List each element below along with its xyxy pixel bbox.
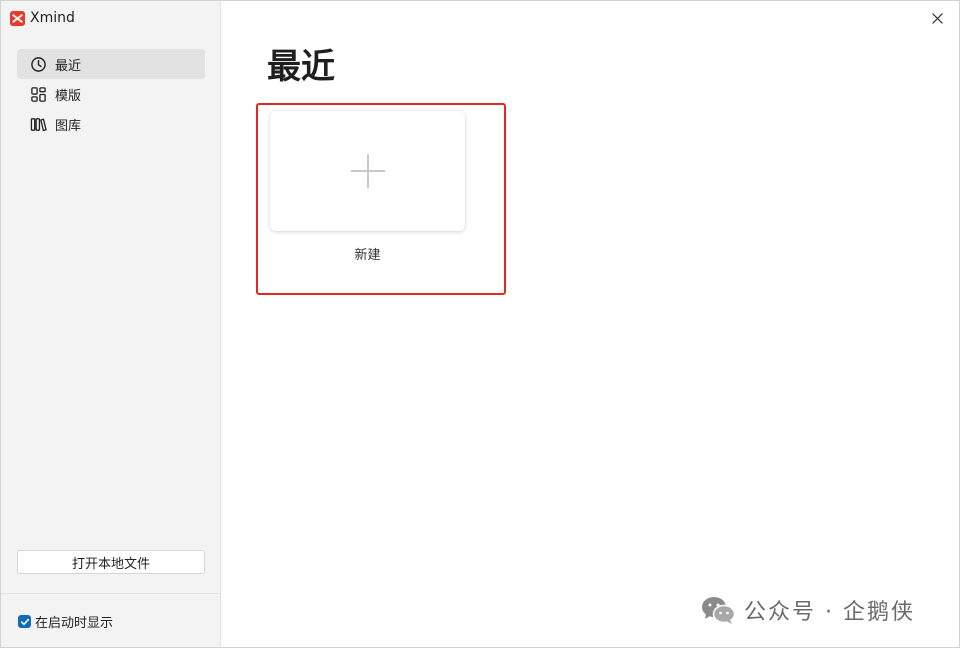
show-on-startup-option[interactable]: 在启动时显示 xyxy=(18,612,113,631)
app-title: Xmind xyxy=(10,9,75,27)
page-title: 最近 xyxy=(267,47,335,87)
open-local-file-button[interactable]: 打开本地文件 xyxy=(17,550,205,574)
new-file-card[interactable] xyxy=(270,111,465,231)
app-name: Xmind xyxy=(30,10,75,26)
xmind-window: Xmind 最近 模版 图库 打开本地文件 在启动时显示 最近 新建 公众号 ·… xyxy=(0,0,960,648)
new-file-label: 新建 xyxy=(354,248,381,263)
watermark-text: 公众号 · 企鹅侠 xyxy=(744,600,915,625)
show-on-startup-label: 在启动时显示 xyxy=(35,616,114,631)
show-on-startup-checkbox[interactable] xyxy=(18,615,31,628)
sidebar-item-library[interactable]: 图库 xyxy=(17,109,205,139)
checkmark-icon xyxy=(20,618,29,625)
sidebar-nav: 最近 模版 图库 xyxy=(17,49,205,139)
sidebar-item-label: 图库 xyxy=(55,118,82,134)
sidebar-item-recent[interactable]: 最近 xyxy=(17,49,205,79)
wechat-icon xyxy=(702,597,736,624)
sidebar-item-label: 最近 xyxy=(55,58,82,74)
template-grid-icon xyxy=(31,86,46,102)
library-icon xyxy=(30,117,47,131)
plus-icon xyxy=(350,154,385,188)
watermark: 公众号 · 企鹅侠 xyxy=(700,593,915,627)
sidebar: Xmind 最近 模版 图库 打开本地文件 在启动时显示 xyxy=(1,1,221,647)
sidebar-item-templates[interactable]: 模版 xyxy=(17,79,205,109)
xmind-logo-icon xyxy=(10,10,25,26)
sidebar-item-label: 模版 xyxy=(55,88,82,104)
close-icon xyxy=(931,12,943,24)
sidebar-divider xyxy=(1,593,220,594)
clock-icon xyxy=(31,56,46,72)
close-button[interactable] xyxy=(929,10,945,26)
